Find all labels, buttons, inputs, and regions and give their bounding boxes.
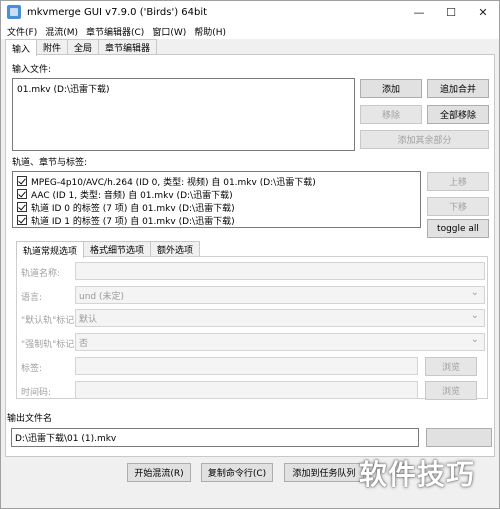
track-checkbox[interactable] — [17, 189, 27, 199]
move-down-button[interactable]: 下移 — [427, 197, 489, 216]
table-row[interactable]: MPEG-4p10/AVC/h.264 (ID 0, 类型: 视频) 自 01.… — [17, 175, 316, 188]
add-button[interactable]: 添加 — [360, 79, 422, 98]
menu-file[interactable]: 文件(F) — [3, 25, 41, 38]
close-button[interactable]: ✕ — [467, 1, 499, 23]
tab-global[interactable]: 全局 — [67, 39, 100, 55]
app-window: mkvmerge GUI v7.9.0 ('Birds') 64bit — ☐ … — [0, 0, 500, 509]
input-files-label: 输入文件: — [12, 65, 52, 75]
output-filename-input[interactable]: D:\迅雷下载\01 (1).mkv — [11, 428, 419, 447]
output-browse-button[interactable] — [426, 428, 492, 447]
general-options-panel: 轨道名称: 语言: und (未定) "默认轨"标记: 默认 "强制轨"标记: … — [16, 256, 488, 400]
track-label: MPEG-4p10/AVC/h.264 (ID 0, 类型: 视频) 自 01.… — [31, 177, 316, 188]
menu-mux[interactable]: 混流(M) — [41, 25, 82, 38]
forced-track-select[interactable]: 否 — [75, 333, 485, 351]
menu-chapter-editor[interactable]: 章节编辑器(C) — [82, 25, 148, 38]
table-row[interactable]: 轨道 ID 1 的标签 (7 项) 自 01.mkv (D:\迅雷下载) — [17, 214, 235, 227]
tab-format-options[interactable]: 格式细节选项 — [83, 241, 152, 257]
move-up-button[interactable]: 上移 — [427, 172, 489, 191]
output-label: 输出文件名 — [7, 414, 53, 424]
track-name-label: 轨道名称: — [21, 269, 61, 279]
tracks-label: 轨道、章节与标签: — [12, 158, 88, 168]
main-tabs: 输入 附件 全局 章节编辑器 — [5, 39, 158, 56]
language-label: 语言: — [21, 293, 43, 303]
default-track-label: "默认轨"标记: — [21, 316, 78, 326]
copy-command-button[interactable]: 复制命令行(C) — [201, 463, 273, 482]
menu-help[interactable]: 帮助(H) — [190, 25, 230, 38]
add-to-queue-button[interactable]: 添加到任务队列 — [284, 463, 364, 482]
tags-browse-button[interactable]: 浏览 — [425, 357, 477, 376]
remove-button[interactable]: 移除 — [360, 105, 422, 124]
input-files-list[interactable]: 01.mkv (D:\迅雷下载) — [12, 78, 355, 151]
tags-label: 标签: — [21, 364, 43, 374]
toggle-all-button[interactable]: toggle all — [427, 219, 489, 238]
tags-input[interactable] — [75, 357, 418, 375]
timecodes-browse-button[interactable]: 浏览 — [425, 381, 477, 400]
timecodes-label: 时间码: — [21, 388, 52, 398]
add-parts-button[interactable]: 添加其余部分 — [360, 130, 489, 149]
input-panel: 输入文件: 01.mkv (D:\迅雷下载) 添加 追加合并 移除 全部移除 添… — [5, 54, 495, 457]
track-checkbox[interactable] — [17, 215, 27, 225]
track-label: 轨道 ID 0 的标签 (7 项) 自 01.mkv (D:\迅雷下载) — [31, 203, 235, 214]
table-row[interactable]: 轨道 ID 0 的标签 (7 项) 自 01.mkv (D:\迅雷下载) — [17, 201, 235, 214]
maximize-button[interactable]: ☐ — [435, 1, 467, 23]
forced-track-label: "强制轨"标记: — [21, 340, 78, 350]
tab-general-options[interactable]: 轨道常规选项 — [16, 241, 85, 258]
table-row[interactable]: AAC (ID 1, 类型: 音频) 自 01.mkv (D:\迅雷下载) — [17, 188, 233, 201]
append-button[interactable]: 追加合并 — [427, 79, 489, 98]
track-checkbox[interactable] — [17, 176, 27, 186]
tab-extra-options[interactable]: 额外选项 — [150, 241, 201, 257]
timecodes-input[interactable] — [75, 381, 418, 399]
minimize-button[interactable]: — — [403, 1, 435, 23]
tab-input[interactable]: 输入 — [5, 39, 38, 56]
track-checkbox[interactable] — [17, 202, 27, 212]
remove-all-button[interactable]: 全部移除 — [427, 105, 489, 124]
tab-attachments[interactable]: 附件 — [36, 39, 69, 55]
menu-window[interactable]: 窗口(W) — [148, 25, 190, 38]
track-label: 轨道 ID 1 的标签 (7 项) 自 01.mkv (D:\迅雷下载) — [31, 216, 235, 227]
track-name-input[interactable] — [75, 262, 485, 280]
default-track-select[interactable]: 默认 — [75, 309, 485, 327]
tab-chapter-editor[interactable]: 章节编辑器 — [98, 39, 158, 55]
menu-bar: 文件(F) 混流(M) 章节编辑器(C) 窗口(W) 帮助(H) — [1, 23, 499, 39]
app-icon — [7, 5, 21, 19]
title-bar: mkvmerge GUI v7.9.0 ('Birds') 64bit — ☐ … — [1, 1, 499, 23]
window-title: mkvmerge GUI v7.9.0 ('Birds') 64bit — [27, 6, 208, 18]
language-select[interactable]: und (未定) — [75, 286, 485, 304]
tracks-list[interactable]: MPEG-4p10/AVC/h.264 (ID 0, 类型: 视频) 自 01.… — [12, 171, 421, 228]
track-label: AAC (ID 1, 类型: 音频) 自 01.mkv (D:\迅雷下载) — [31, 190, 233, 201]
start-mux-button[interactable]: 开始混流(R) — [127, 463, 191, 482]
track-options-tabs: 轨道常规选项 格式细节选项 额外选项 — [16, 241, 201, 258]
watermark-text: 软件技巧 — [359, 458, 476, 491]
list-item[interactable]: 01.mkv (D:\迅雷下载) — [17, 82, 110, 95]
